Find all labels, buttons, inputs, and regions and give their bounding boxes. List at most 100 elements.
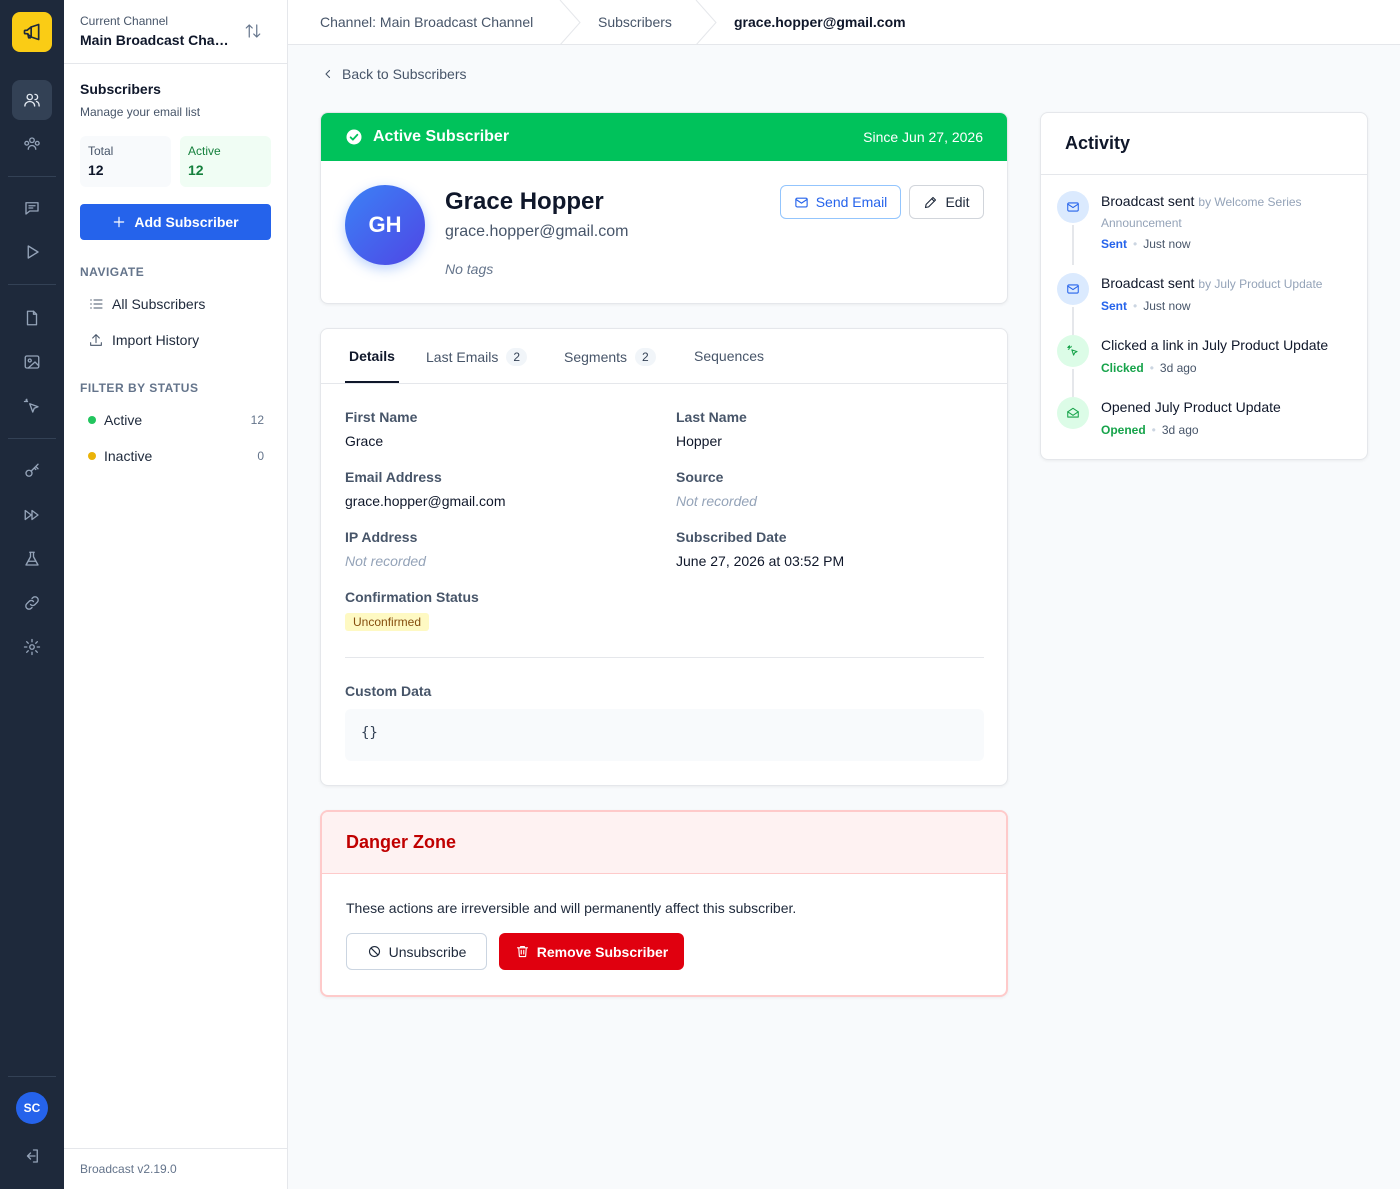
edit-button[interactable]: Edit: [909, 185, 984, 219]
sidebar-subtitle: Manage your email list: [80, 105, 201, 119]
add-subscriber-button[interactable]: Add Subscriber: [80, 204, 271, 240]
ban-icon: [368, 945, 380, 958]
activity-item-title: Broadcast sent: [1101, 275, 1195, 291]
click-icon: [1057, 335, 1089, 367]
filter-heading: FILTER BY STATUS: [80, 381, 199, 395]
back-link[interactable]: Back to Subscribers: [322, 66, 467, 82]
confirmation-label: Confirmation Status: [345, 589, 479, 605]
tab-label: Segments: [564, 349, 628, 365]
icon-rail: SC: [0, 0, 64, 1189]
filter-count: 0: [257, 449, 264, 463]
confirmation-status-badge: Unconfirmed: [345, 613, 430, 631]
activity-status: Sent: [1101, 237, 1128, 251]
channel-switcher[interactable]: Current Channel Main Broadcast Channel: [64, 0, 287, 64]
total-value: 12: [88, 162, 104, 178]
tab-bar: Details Last Emails 2 Segments 2 Sequences: [321, 329, 1007, 384]
segments-icon[interactable]: [12, 124, 52, 164]
activity-status: Sent: [1101, 299, 1128, 313]
user-avatar[interactable]: SC: [16, 1092, 48, 1124]
fast-forward-icon[interactable]: [12, 495, 52, 535]
gear-icon[interactable]: [12, 627, 52, 667]
link-icon[interactable]: [12, 583, 52, 623]
custom-data-label: Custom Data: [345, 683, 432, 699]
play-icon[interactable]: [12, 232, 52, 272]
plus-icon: [114, 216, 125, 228]
activity-item-source: by July Product Update: [1198, 277, 1323, 291]
active-tab-indicator: [345, 381, 399, 383]
image-icon[interactable]: [12, 342, 52, 382]
navigate-heading: NAVIGATE: [80, 265, 145, 279]
tab-last-emails[interactable]: Last Emails 2: [426, 348, 528, 366]
ip-label: IP Address: [345, 529, 418, 545]
mail-icon: [795, 197, 808, 207]
tab-label: Sequences: [694, 348, 765, 364]
activity-card: Activity Broadcast sent by Welcome Series…: [1040, 112, 1368, 460]
pencil-icon: [925, 196, 937, 208]
status-dot: [88, 416, 96, 424]
unsubscribe-label: Unsubscribe: [388, 943, 467, 960]
logout-icon[interactable]: [12, 1136, 52, 1176]
divider: [345, 657, 984, 658]
filter-label: Inactive: [104, 448, 153, 464]
users-icon[interactable]: [12, 80, 52, 120]
breadcrumb: Channel: Main Broadcast Channel Subscrib…: [288, 0, 1400, 45]
active-stat: Active 12: [180, 136, 271, 187]
tab-count-badge: 2: [635, 348, 656, 366]
activity-time: 3d ago: [1161, 423, 1199, 437]
filter-inactive[interactable]: Inactive 0: [88, 448, 264, 464]
tab-label: Last Emails: [426, 349, 499, 365]
filter-count: 12: [250, 413, 264, 427]
last-name-label: Last Name: [676, 409, 747, 425]
send-email-button[interactable]: Send Email: [780, 185, 901, 219]
first-name-label: First Name: [345, 409, 418, 425]
breadcrumb-channel[interactable]: Channel: Main Broadcast Channel: [320, 14, 533, 30]
activity-status: Opened: [1101, 423, 1146, 437]
nav-import-history[interactable]: Import History: [88, 332, 199, 348]
list-icon: [90, 299, 103, 309]
switch-arrows-icon[interactable]: [244, 22, 262, 43]
subscribed-date-value: June 27, 2026 at 03:52 PM: [676, 553, 845, 569]
send-email-label: Send Email: [815, 194, 888, 210]
breadcrumb-subscribers[interactable]: Subscribers: [598, 14, 672, 30]
status-dot: [88, 452, 96, 460]
cursor-click-icon[interactable]: [12, 386, 52, 426]
first-name-value: Grace: [345, 433, 384, 449]
channel-label: Current Channel: [80, 14, 169, 28]
flask-icon[interactable]: [12, 539, 52, 579]
total-stat: Total 12: [80, 136, 171, 187]
nav-all-subscribers[interactable]: All Subscribers: [88, 296, 205, 312]
chevron-right-icon: [695, 0, 717, 45]
tab-segments[interactable]: Segments 2: [564, 348, 656, 366]
filter-active[interactable]: Active 12: [88, 412, 264, 428]
trash-icon: [516, 945, 528, 958]
megaphone-logo-icon[interactable]: [12, 12, 52, 52]
activity-item-title: Broadcast sent: [1101, 193, 1195, 209]
activity-time: Just now: [1143, 237, 1191, 251]
tab-label: Details: [349, 348, 395, 364]
activity-time: 3d ago: [1159, 361, 1197, 375]
edit-label: Edit: [945, 194, 970, 210]
status-title: Active Subscriber: [373, 128, 510, 145]
profile-card: Active Subscriber Since Jun 27, 2026 GH …: [320, 112, 1008, 304]
status-banner: Active Subscriber Since Jun 27, 2026: [321, 113, 1007, 161]
remove-subscriber-label: Remove Subscriber: [536, 943, 669, 960]
tab-details[interactable]: Details: [349, 348, 395, 364]
subscriber-avatar: GH: [345, 185, 425, 265]
active-value: 12: [188, 162, 204, 178]
last-name-value: Hopper: [676, 433, 722, 449]
file-icon[interactable]: [12, 298, 52, 338]
unsubscribe-button[interactable]: Unsubscribe: [346, 933, 487, 970]
nav-label: All Subscribers: [112, 296, 206, 312]
danger-zone-message: These actions are irreversible and will …: [346, 900, 797, 916]
subscriber-tags: No tags: [445, 261, 494, 277]
source-value: Not recorded: [676, 493, 757, 509]
custom-data-block: {}: [345, 709, 984, 761]
activity-time: Just now: [1143, 299, 1191, 313]
email-value: grace.hopper@gmail.com: [345, 493, 506, 509]
key-icon[interactable]: [12, 451, 52, 491]
tab-sequences[interactable]: Sequences: [694, 348, 764, 364]
timeline-line: [1072, 225, 1074, 265]
chat-icon[interactable]: [12, 188, 52, 228]
remove-subscriber-button[interactable]: Remove Subscriber: [499, 933, 684, 970]
danger-zone-title: Danger Zone: [322, 812, 1006, 874]
